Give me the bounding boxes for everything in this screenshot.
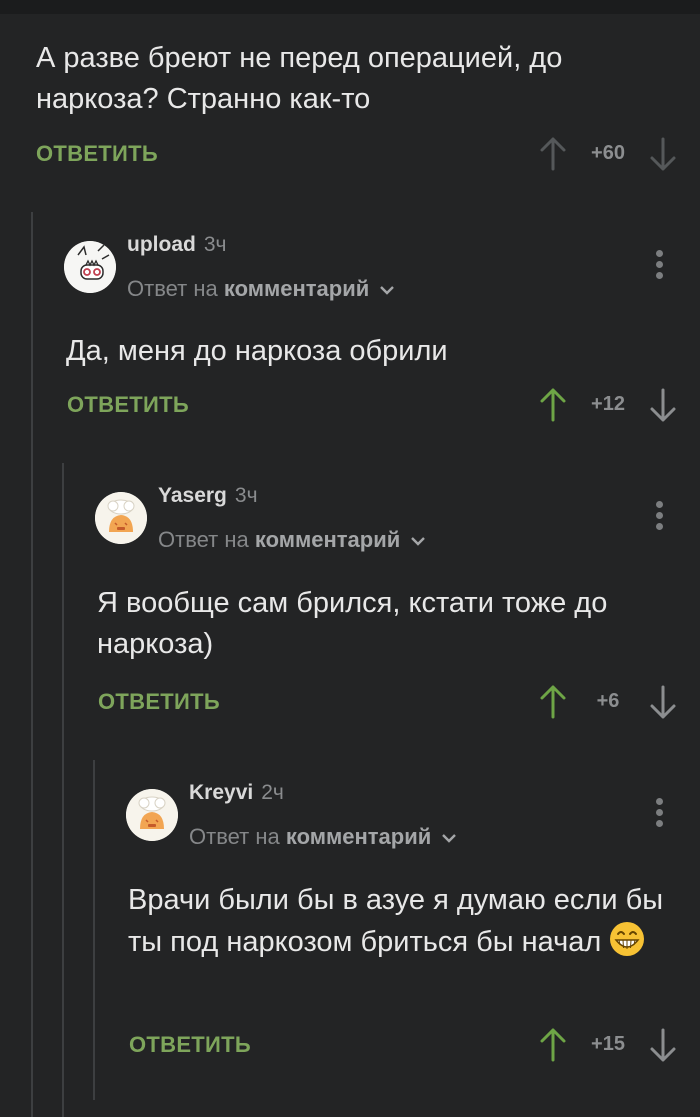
reply-to-prefix: Ответ на: [158, 527, 249, 552]
chef-avatar-icon: [126, 789, 178, 841]
grinning-face-emoji: [610, 922, 645, 956]
thread-line-level-3[interactable]: [93, 760, 95, 1100]
arrow-up-icon[interactable]: [538, 684, 568, 720]
more-vertical-icon[interactable]: [654, 796, 664, 830]
more-vertical-icon[interactable]: [654, 248, 664, 282]
top-edge: [0, 0, 700, 14]
timestamp: 3ч: [203, 233, 227, 256]
vote-controls: +12: [538, 385, 678, 425]
timestamp: 3ч: [234, 484, 258, 507]
username[interactable]: Yaserg 3ч: [158, 484, 258, 508]
username-text[interactable]: Kreyvi: [189, 781, 253, 804]
vote-controls: +15: [538, 1025, 678, 1065]
parent-comment-link[interactable]: комментарий: [224, 276, 369, 301]
reply-to-prefix: Ответ на: [189, 824, 280, 849]
arrow-down-icon[interactable]: [648, 136, 678, 172]
arrow-up-icon[interactable]: [538, 1027, 568, 1063]
vote-controls: +6: [538, 682, 678, 722]
score: +6: [596, 690, 620, 712]
vote-controls: +60: [538, 134, 678, 174]
arrow-up-icon[interactable]: [538, 136, 568, 172]
avatar[interactable]: [126, 789, 178, 841]
avatar[interactable]: [95, 492, 147, 544]
parent-comment-link[interactable]: комментарий: [255, 527, 400, 552]
username[interactable]: upload 3ч: [127, 233, 226, 257]
parent-comment-link[interactable]: комментарий: [286, 824, 431, 849]
username-text[interactable]: Yaserg: [158, 484, 227, 507]
arrow-up-icon[interactable]: [538, 387, 568, 423]
comment-text-content: Врачи были бы в азуе я думаю если бы ты …: [128, 884, 664, 958]
chef-avatar-icon: [95, 492, 147, 544]
timestamp: 2ч: [261, 781, 284, 804]
score: +15: [591, 1033, 625, 1055]
reply-button[interactable]: ОТВЕТИТЬ: [129, 1032, 251, 1058]
more-vertical-icon[interactable]: [654, 499, 664, 533]
reply-to-prefix: Ответ на: [127, 276, 218, 301]
score: +12: [591, 393, 625, 415]
comment-text: Я вообще сам брился, кстати тоже до нарк…: [97, 587, 608, 660]
robot-avatar-icon: [64, 241, 116, 293]
comment-text: А разве бреют не перед операцией, до нар…: [36, 42, 563, 115]
reply-button[interactable]: ОТВЕТИТЬ: [36, 141, 158, 167]
reply-to-link[interactable]: Ответ на комментарий: [158, 527, 426, 553]
username-text[interactable]: upload: [127, 233, 196, 256]
arrow-down-icon[interactable]: [648, 387, 678, 423]
chevron-down-icon[interactable]: [441, 832, 457, 844]
reply-button[interactable]: ОТВЕТИТЬ: [67, 392, 189, 418]
reply-to-link[interactable]: Ответ на комментарий: [189, 824, 457, 850]
thread-line-level-2[interactable]: [62, 463, 64, 1117]
arrow-down-icon[interactable]: [648, 1027, 678, 1063]
comment-text: Да, меня до наркоза обрили: [66, 335, 448, 367]
score: +60: [591, 142, 625, 164]
avatar[interactable]: [64, 241, 116, 293]
reply-button[interactable]: ОТВЕТИТЬ: [98, 689, 220, 715]
comment-text: Врачи были бы в азуе я думаю если бы ты …: [128, 880, 678, 963]
reply-to-link[interactable]: Ответ на комментарий: [127, 276, 395, 302]
username[interactable]: Kreyvi 2ч: [189, 781, 284, 805]
arrow-down-icon[interactable]: [648, 684, 678, 720]
chevron-down-icon[interactable]: [379, 284, 395, 296]
thread-line-level-1[interactable]: [31, 212, 33, 1117]
chevron-down-icon[interactable]: [410, 535, 426, 547]
